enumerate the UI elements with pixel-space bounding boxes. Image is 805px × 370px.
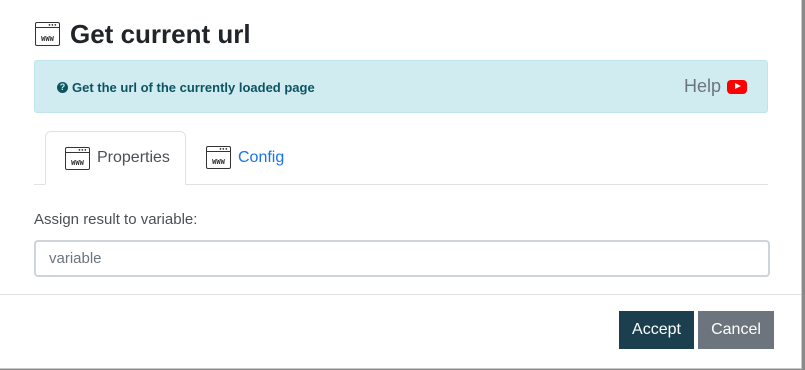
www-icon: ●●● WWW	[65, 146, 90, 170]
footer-divider	[0, 294, 801, 295]
accept-button[interactable]: Accept	[619, 311, 694, 349]
info-alert: ? Get the url of the currently loaded pa…	[34, 60, 768, 113]
tab-properties[interactable]: ●●● WWW Properties	[45, 131, 186, 185]
variable-input[interactable]	[34, 240, 770, 277]
cancel-button[interactable]: Cancel	[698, 311, 774, 349]
dialog-header: ●●● WWW Get current url	[35, 18, 251, 50]
tab-label: Properties	[97, 149, 170, 166]
get-current-url-dialog: ●●● WWW Get current url ? Get the url of…	[0, 0, 802, 369]
question-circle-icon: ?	[57, 82, 68, 93]
youtube-icon	[727, 79, 747, 94]
variable-label: Assign result to variable:	[34, 211, 198, 228]
www-icon: ●●● WWW	[206, 146, 231, 169]
tab-bar: ●●● WWW Properties ●●● WWW Config	[34, 131, 768, 185]
dialog-title: Get current url	[70, 18, 251, 49]
help-label: Help	[683, 76, 721, 96]
www-icon: ●●● WWW	[35, 22, 60, 46]
help-link[interactable]: Help	[684, 76, 747, 97]
tab-label: Config	[238, 148, 285, 166]
info-text: Get the url of the currently loaded page	[72, 80, 315, 95]
tab-config[interactable]: ●●● WWW Config	[205, 131, 284, 184]
